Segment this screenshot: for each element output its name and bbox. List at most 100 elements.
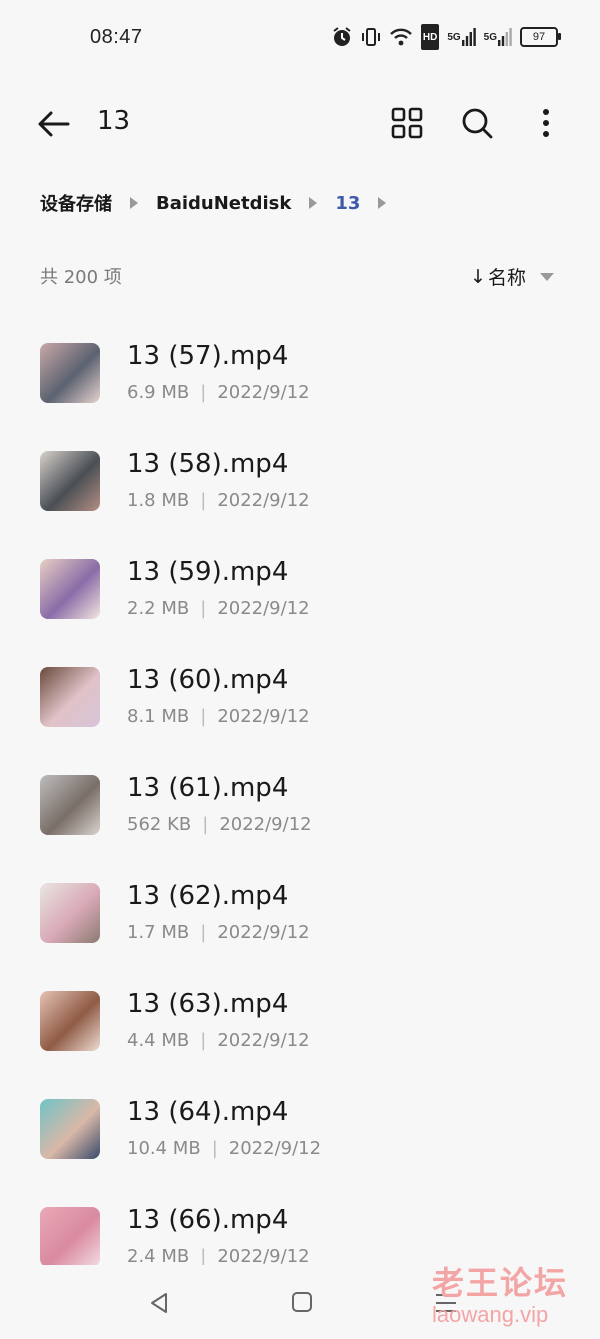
file-list-item[interactable]: 13 (59).mp4 2.2 MB | 2022/9/12: [0, 541, 600, 649]
file-date: 2022/9/12: [217, 382, 310, 403]
file-meta: 1.7 MB | 2022/9/12: [127, 922, 310, 943]
file-size: 2.2 MB: [127, 598, 190, 619]
file-name: 13 (58).mp4: [127, 449, 289, 479]
alarm-icon: [331, 25, 353, 49]
video-thumbnail: [40, 1207, 100, 1265]
breadcrumb-item-current[interactable]: 13: [335, 193, 360, 214]
signal-label: 5G: [483, 31, 497, 43]
status-time: 08:47: [90, 26, 143, 48]
battery-icon: 97: [520, 27, 561, 47]
file-list-item[interactable]: 13 (66).mp4 2.4 MB | 2022/9/12: [0, 1189, 600, 1265]
nav-back-icon[interactable]: [146, 1290, 172, 1316]
status-bar: 08:47 HD 5G 5G 97: [0, 0, 600, 76]
meta-divider: |: [200, 706, 207, 727]
video-thumbnail: [40, 1099, 100, 1159]
file-list-item[interactable]: 13 (60).mp4 8.1 MB | 2022/9/12: [0, 649, 600, 757]
meta-divider: |: [200, 1246, 207, 1265]
sort-button[interactable]: ↓ 名称: [470, 263, 554, 290]
file-size: 1.7 MB: [127, 922, 190, 943]
file-list-item[interactable]: 13 (63).mp4 4.4 MB | 2022/9/12: [0, 973, 600, 1081]
file-name: 13 (57).mp4: [127, 341, 289, 371]
video-thumbnail: [40, 343, 100, 403]
file-list-item[interactable]: 13 (64).mp4 10.4 MB | 2022/9/12: [0, 1081, 600, 1189]
more-vert-icon[interactable]: [530, 104, 562, 142]
file-list-item[interactable]: 13 (58).mp4 1.8 MB | 2022/9/12: [0, 433, 600, 541]
status-icons: HD 5G 5G 97: [331, 24, 561, 50]
signal-5g-icon: 5G: [447, 25, 476, 49]
watermark: 老王论坛 laowang.vip: [432, 1258, 592, 1332]
watermark-text: 老王论坛: [432, 1264, 569, 1302]
file-name: 13 (66).mp4: [127, 1205, 289, 1235]
file-size: 10.4 MB: [127, 1138, 201, 1159]
meta-divider: |: [200, 490, 207, 511]
sort-label: 名称: [487, 267, 526, 289]
nav-home-icon[interactable]: [290, 1290, 314, 1314]
search-icon[interactable]: [458, 104, 496, 142]
file-name: 13 (60).mp4: [127, 665, 289, 695]
video-thumbnail: [40, 883, 100, 943]
hd-icon: HD: [420, 24, 440, 50]
file-meta: 6.9 MB | 2022/9/12: [127, 382, 310, 403]
file-date: 2022/9/12: [219, 814, 312, 835]
file-list-item[interactable]: 13 (62).mp4 1.7 MB | 2022/9/12: [0, 865, 600, 973]
file-date: 2022/9/12: [217, 490, 310, 511]
file-name: 13 (61).mp4: [127, 773, 289, 803]
video-thumbnail: [40, 667, 100, 727]
back-arrow-icon[interactable]: [34, 104, 74, 144]
file-date: 2022/9/12: [217, 1246, 310, 1265]
chevron-right-icon: [309, 197, 318, 209]
file-list-item[interactable]: 13 (61).mp4 562 KB | 2022/9/12: [0, 757, 600, 865]
video-thumbnail: [40, 991, 100, 1051]
file-size: 6.9 MB: [127, 382, 190, 403]
item-count: 共 200 项: [40, 267, 122, 288]
file-name: 13 (62).mp4: [127, 881, 289, 911]
signal-label: 5G: [447, 31, 461, 43]
breadcrumb: 设备存储 BaiduNetdisk 13: [40, 188, 404, 218]
file-size: 4.4 MB: [127, 1030, 190, 1051]
wifi-icon: [389, 25, 413, 49]
file-size: 562 KB: [127, 814, 192, 835]
meta-divider: |: [202, 814, 209, 835]
file-meta: 8.1 MB | 2022/9/12: [127, 706, 310, 727]
meta-divider: |: [200, 382, 207, 403]
meta-divider: |: [211, 1138, 218, 1159]
file-size: 1.8 MB: [127, 490, 190, 511]
breadcrumb-item-baidunetdisk[interactable]: BaiduNetdisk: [156, 193, 291, 214]
file-date: 2022/9/12: [217, 1030, 310, 1051]
file-meta: 562 KB | 2022/9/12: [127, 814, 312, 835]
meta-divider: |: [200, 1030, 207, 1051]
file-list: 13 (57).mp4 6.9 MB | 2022/9/12 13 (58).mp4 1.…: [0, 325, 600, 1265]
file-date: 2022/9/12: [217, 706, 310, 727]
page-title: 13: [97, 106, 131, 136]
file-list-item[interactable]: 13 (57).mp4 6.9 MB | 2022/9/12: [0, 325, 600, 433]
video-thumbnail: [40, 451, 100, 511]
chevron-right-icon: [378, 197, 387, 209]
file-date: 2022/9/12: [217, 922, 310, 943]
file-size: 2.4 MB: [127, 1246, 190, 1265]
chevron-right-icon: [130, 197, 138, 209]
breadcrumb-item-storage[interactable]: 设备存储: [40, 190, 112, 216]
file-meta: 4.4 MB | 2022/9/12: [127, 1030, 310, 1051]
watermark-url: laowang.vip: [432, 1302, 549, 1327]
file-meta: 2.4 MB | 2022/9/12: [127, 1246, 310, 1265]
sort-direction-icon: ↓: [470, 265, 486, 288]
video-thumbnail: [40, 559, 100, 619]
chevron-down-icon: [540, 272, 554, 281]
grid-view-icon[interactable]: [388, 104, 426, 142]
meta-divider: |: [200, 922, 207, 943]
file-name: 13 (59).mp4: [127, 557, 289, 587]
video-thumbnail: [40, 775, 100, 835]
file-name: 13 (63).mp4: [127, 989, 289, 1019]
top-app-bar: 13: [0, 90, 600, 156]
file-name: 13 (64).mp4: [127, 1097, 289, 1127]
meta-divider: |: [200, 598, 207, 619]
file-date: 2022/9/12: [217, 598, 310, 619]
vibrate-icon: [361, 25, 381, 49]
file-meta: 10.4 MB | 2022/9/12: [127, 1138, 321, 1159]
list-summary-row: 共 200 项 ↓ 名称: [40, 263, 560, 289]
file-meta: 2.2 MB | 2022/9/12: [127, 598, 310, 619]
file-size: 8.1 MB: [127, 706, 190, 727]
signal-5g-icon: 5G: [484, 25, 512, 49]
file-meta: 1.8 MB | 2022/9/12: [127, 490, 310, 511]
file-date: 2022/9/12: [228, 1138, 322, 1159]
